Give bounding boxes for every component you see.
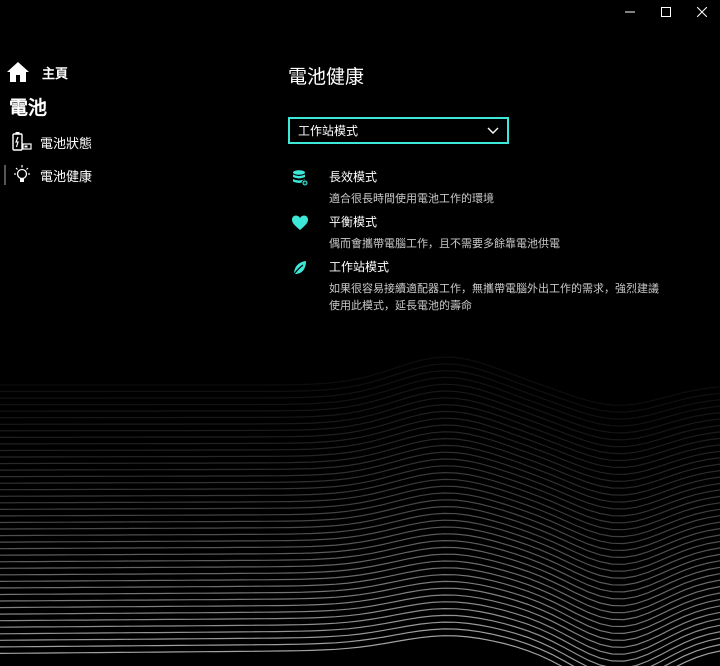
home-button[interactable]: 主頁 (6, 60, 68, 84)
mode-name: 長效模式 (329, 170, 378, 184)
battery-status-icon (10, 131, 34, 153)
active-indicator (4, 165, 6, 185)
lightbulb-icon (10, 164, 34, 186)
close-button[interactable] (684, 0, 720, 24)
leaf-icon (292, 261, 306, 277)
mode-description: 偶而會攜帶電腦工作，且不需要多餘靠電池供電 (329, 237, 560, 250)
maximize-icon (661, 7, 671, 17)
mode-description: 如果很容易接續適配器工作，無攜帶電腦外出工作的需求，強烈建議使用此模式，延長電池… (329, 282, 659, 312)
chevron-down-icon (487, 127, 499, 134)
sidebar-item-battery-health[interactable]: 電池健康 (0, 163, 262, 187)
minimize-button[interactable] (612, 0, 648, 24)
sidebar-item-label: 電池狀態 (40, 136, 93, 152)
mode-name: 工作站模式 (329, 260, 390, 274)
database-icon (293, 170, 309, 187)
mode-select-dropdown[interactable]: 工作站模式 (288, 117, 509, 144)
title-bar (612, 0, 720, 24)
close-icon (697, 7, 707, 17)
minimize-icon (625, 11, 635, 13)
home-label: 主頁 (42, 66, 69, 82)
page-title: 電池健康 (288, 66, 365, 88)
battery-app-window: 主頁 電池 電池狀態 電池健康 電池健康 工作站模式 長效模式 適合很長時間使用… (0, 0, 720, 666)
main-content: 電池健康 工作站模式 長效模式 適合很長時間使用電池工作的環境 平衡模式 偶而會… (262, 0, 720, 666)
sidebar-item-label: 電池健康 (40, 169, 93, 185)
section-title: 電池 (9, 97, 48, 119)
mode-select-value: 工作站模式 (298, 124, 359, 138)
maximize-button[interactable] (648, 0, 684, 24)
mode-description: 適合很長時間使用電池工作的環境 (329, 192, 494, 205)
heart-icon (292, 215, 308, 230)
sidebar-item-battery-status[interactable]: 電池狀態 (0, 130, 262, 154)
sidebar: 主頁 電池 電池狀態 電池健康 (0, 0, 262, 666)
home-icon (7, 62, 29, 82)
mode-name: 平衡模式 (329, 215, 378, 229)
